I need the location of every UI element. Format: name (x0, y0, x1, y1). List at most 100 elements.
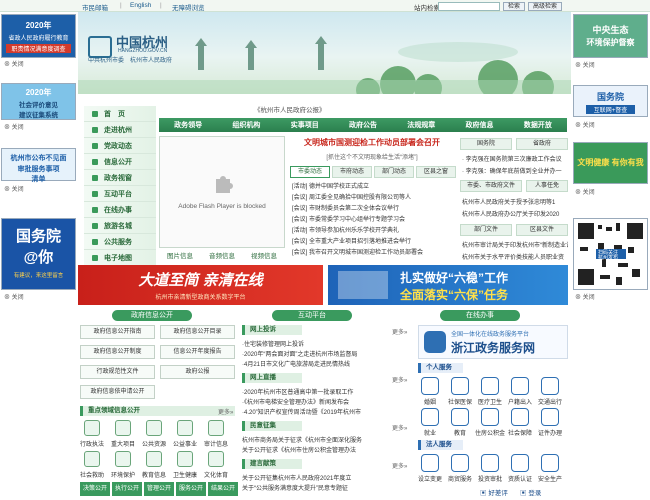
housing-fund-icon[interactable] (481, 408, 499, 426)
live-broadcast-heading[interactable]: 网上直播 (242, 373, 302, 383)
nav-tourism[interactable]: 旅游名城 (84, 218, 156, 234)
public-welfare-icon[interactable] (177, 420, 193, 436)
close-right-ad-2[interactable]: ⊗ 关闭 (575, 120, 595, 129)
list-item[interactable]: [活动] 德并中国学校正式成立 (292, 182, 456, 193)
close-right-ad-1[interactable]: ⊗ 关闭 (575, 60, 595, 69)
ad-social-evaluation[interactable]: 2020年 社会评价意见 建议征集系统 (1, 83, 76, 120)
close-ad-2[interactable]: ⊗ 关闭 (4, 122, 24, 131)
medical-icon[interactable] (481, 377, 499, 395)
tab-appointments[interactable]: 人事任免 (526, 180, 568, 192)
annual-report-button[interactable]: 信息公开年度报告 (160, 345, 235, 359)
list-item[interactable]: 关于公开征集杭州市人民政府2021年度立 (242, 473, 407, 482)
tab-dept-documents[interactable]: 部门文件 (460, 224, 512, 236)
service-open-button[interactable]: 服务公开 (176, 482, 206, 496)
ad-qr-code[interactable]: 扫码关注 杭州发布 (573, 218, 648, 290)
more-link[interactable]: 更多» (392, 375, 407, 384)
health-icon[interactable] (177, 451, 193, 467)
search-input[interactable] (438, 2, 500, 11)
tab-city-gov-news[interactable]: 市府动态 (332, 166, 372, 178)
normative-docs-button[interactable]: 行政规范性文件 (80, 365, 155, 379)
zhejiang-service-card[interactable]: 全国一体化在线政务服务平台 浙江政务服务网 (418, 325, 568, 359)
ad-education-survey[interactable]: 2020年 省政人民政府履行教育 职责情况满意度调查 (1, 14, 76, 58)
citizen-mailbox-link[interactable]: 市民邮箱 (82, 2, 108, 12)
household-icon[interactable] (511, 377, 529, 395)
ad-internet-inspection[interactable]: 国务院 互联网+督查 (573, 85, 648, 117)
personal-service-heading[interactable]: 个人服务 (418, 363, 463, 373)
open-guide-button[interactable]: 政府信息公开指南 (80, 325, 155, 339)
list-item[interactable]: [会议] 市财制委员会第二次全体会议举行 (292, 204, 456, 215)
tab-city-documents[interactable]: 市委、市政府文件 (460, 180, 522, 192)
list-item[interactable]: · 李克强在国务院第三次廉政工作会议 (462, 154, 568, 163)
social-assistance-icon[interactable] (84, 451, 100, 467)
list-item[interactable]: 杭州市关于水平评价类技能人员职业资 (462, 252, 568, 261)
tab-dept-news[interactable]: 部门动态 (374, 166, 414, 178)
tab-regulations[interactable]: 法规规章 (407, 120, 435, 130)
social-insurance-icon[interactable] (451, 377, 469, 395)
tab-district-news[interactable]: 区县之窗 (416, 166, 456, 178)
list-item[interactable]: 杭州市商务局关于征求《杭州市全面深化服务 (242, 435, 407, 444)
tab-state-council[interactable]: 国务院 (460, 138, 512, 150)
education-icon[interactable] (146, 451, 162, 467)
banner-six-stabilities[interactable]: 扎实做好“六稳”工作 全面落实“六保”任务 (328, 265, 568, 305)
list-item[interactable]: 关于公开征求《杭州市住房公积金管理办法 (242, 445, 407, 454)
nav-info-disclosure[interactable]: 信息公开 (84, 154, 156, 170)
qualification-icon[interactable] (511, 454, 529, 472)
accessibility-link[interactable]: 无障碍浏览 (172, 2, 205, 12)
public-resources-icon[interactable] (146, 420, 162, 436)
major-project-icon[interactable] (115, 420, 131, 436)
environment-icon[interactable] (115, 451, 131, 467)
list-item[interactable]: [会议] 全市重大产业项目招引落地推进会举行 (292, 237, 456, 248)
tab-open-data[interactable]: 数据开放 (524, 120, 552, 130)
list-item[interactable]: ·2020年“两会面对面”之走进杭州市场监督局 (242, 349, 407, 358)
close-ad-4[interactable]: ⊗ 关闭 (4, 292, 24, 301)
decision-open-button[interactable]: 决策公开 (80, 482, 110, 496)
close-right-ad-4[interactable]: ⊗ 关闭 (575, 292, 595, 301)
management-open-button[interactable]: 管理公开 (144, 482, 174, 496)
key-areas-more-link[interactable]: 更多» (218, 407, 233, 416)
tab-party-committee-news[interactable]: 市委动态 (290, 166, 330, 178)
certificate-icon[interactable] (541, 408, 559, 426)
list-item[interactable]: [会议] 我市召开文明城市国测迎检工作动员部署会 (292, 248, 456, 259)
headline-sub[interactable]: [抓住这个不文明现象给生活“添堵”] (288, 152, 456, 161)
transport-icon[interactable] (541, 377, 559, 395)
online-complaint-heading[interactable]: 网上投诉 (242, 325, 302, 335)
nav-public-service[interactable]: 公共服务 (84, 234, 156, 250)
list-item[interactable]: ·住宅装修管理网上投诉 (242, 339, 407, 348)
list-item[interactable]: 杭州市人民政府关于授予张忠明等1 (462, 197, 568, 206)
list-item[interactable]: 杭州市人民政府办公厅关于印发2020 (462, 209, 568, 218)
apply-disclosure-button[interactable]: 政府信息依申请公开 (80, 385, 155, 399)
list-item[interactable]: · 李克强：确保年底前做到全业并办一 (462, 166, 568, 175)
login-link[interactable]: ▣ 登录 (520, 487, 541, 497)
execution-open-button[interactable]: 执行公开 (112, 482, 142, 496)
list-item[interactable]: 关于“公共服务满意度大提升”民意专题征 (242, 483, 407, 492)
section-online-service[interactable]: 在线办事 (440, 310, 520, 321)
employment-icon[interactable] (421, 408, 439, 426)
safety-production-icon[interactable] (541, 454, 559, 472)
tab-organizations[interactable]: 组织机构 (232, 120, 260, 130)
list-item[interactable]: ·《杭州市电梯安全管理办法》新闻发布会 (242, 397, 407, 406)
list-item[interactable]: ·2020年杭州市区普通高中第一批录取工作 (242, 387, 407, 396)
more-link[interactable]: 更多» (392, 423, 407, 432)
section-interaction[interactable]: 互动平台 (272, 310, 352, 321)
law-enforcement-icon[interactable] (84, 420, 100, 436)
trade-service-icon[interactable] (451, 454, 469, 472)
section-gov-info-open[interactable]: 政府信息公开 (112, 310, 192, 321)
nav-e-map[interactable]: 电子地图 (84, 250, 156, 266)
suggestions-heading[interactable]: 建言献策 (242, 459, 302, 469)
nav-online-service[interactable]: 在线办事 (84, 202, 156, 218)
list-item[interactable]: ·4月21日市文化广电旅游局走进民情热线 (242, 359, 407, 368)
tab-provincial-gov[interactable]: 省政府 (516, 138, 568, 150)
result-open-button[interactable]: 结果公开 (208, 482, 238, 496)
marriage-icon[interactable] (421, 377, 439, 395)
list-item[interactable]: 杭州市审计局关于印发杭州市“新制造业计 (462, 240, 568, 249)
list-item[interactable]: [会议] 周江委全见确拾中国控股有限公司等人 (292, 193, 456, 204)
tab-announcements[interactable]: 政府公告 (349, 120, 377, 130)
search-button[interactable]: 检索 (503, 2, 525, 11)
audit-info-icon[interactable] (208, 420, 224, 436)
legal-entity-service-heading[interactable]: 法人服务 (418, 440, 463, 450)
flash-player-box[interactable]: Adobe Flash Player is blocked (159, 136, 285, 248)
english-link[interactable]: English (130, 2, 151, 9)
education-service-icon[interactable] (451, 408, 469, 426)
close-ad-3[interactable]: ⊗ 关闭 (4, 184, 24, 193)
nav-gov-window[interactable]: 政务视窗 (84, 170, 156, 186)
